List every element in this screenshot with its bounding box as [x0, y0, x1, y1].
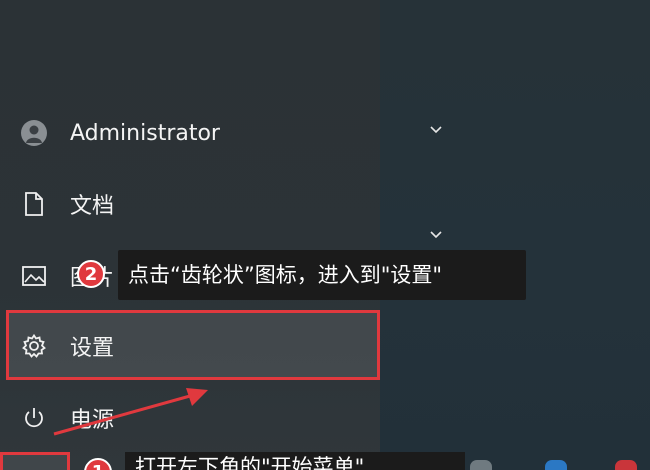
start-button-highlight[interactable]: [0, 452, 70, 470]
sidebar-item-settings[interactable]: 设置: [0, 320, 380, 372]
document-icon: [20, 190, 48, 218]
sidebar-item-label: 设置: [70, 336, 115, 361]
annotation-tooltip: 点击“齿轮状”图标，进入到"设置": [118, 250, 526, 300]
taskbar-icon[interactable]: [615, 460, 637, 470]
chevron-down-icon[interactable]: [428, 230, 444, 240]
user-account-item[interactable]: Administrator: [0, 107, 380, 159]
user-silhouette-icon: [26, 125, 42, 143]
sidebar-item-label: 文档: [70, 194, 115, 219]
step-badge: 2: [77, 260, 105, 288]
taskbar-icon[interactable]: [545, 460, 567, 470]
sidebar-item-documents[interactable]: 文档: [0, 178, 380, 230]
user-name: Administrator: [70, 120, 220, 146]
annotation-arrow: [53, 388, 208, 436]
gear-icon: [20, 332, 48, 360]
start-menu-tiles-pane: [380, 0, 650, 470]
annotation-text: 点击“齿轮状”图标，进入到"设置": [128, 263, 443, 287]
annotation-text: 打开左下角的"开始菜单": [135, 455, 365, 470]
avatar: [20, 119, 48, 147]
picture-icon: [20, 262, 48, 290]
annotation-caption: 打开左下角的"开始菜单": [125, 452, 465, 470]
taskbar-icon[interactable]: [470, 460, 492, 470]
chevron-down-icon[interactable]: [428, 125, 444, 135]
